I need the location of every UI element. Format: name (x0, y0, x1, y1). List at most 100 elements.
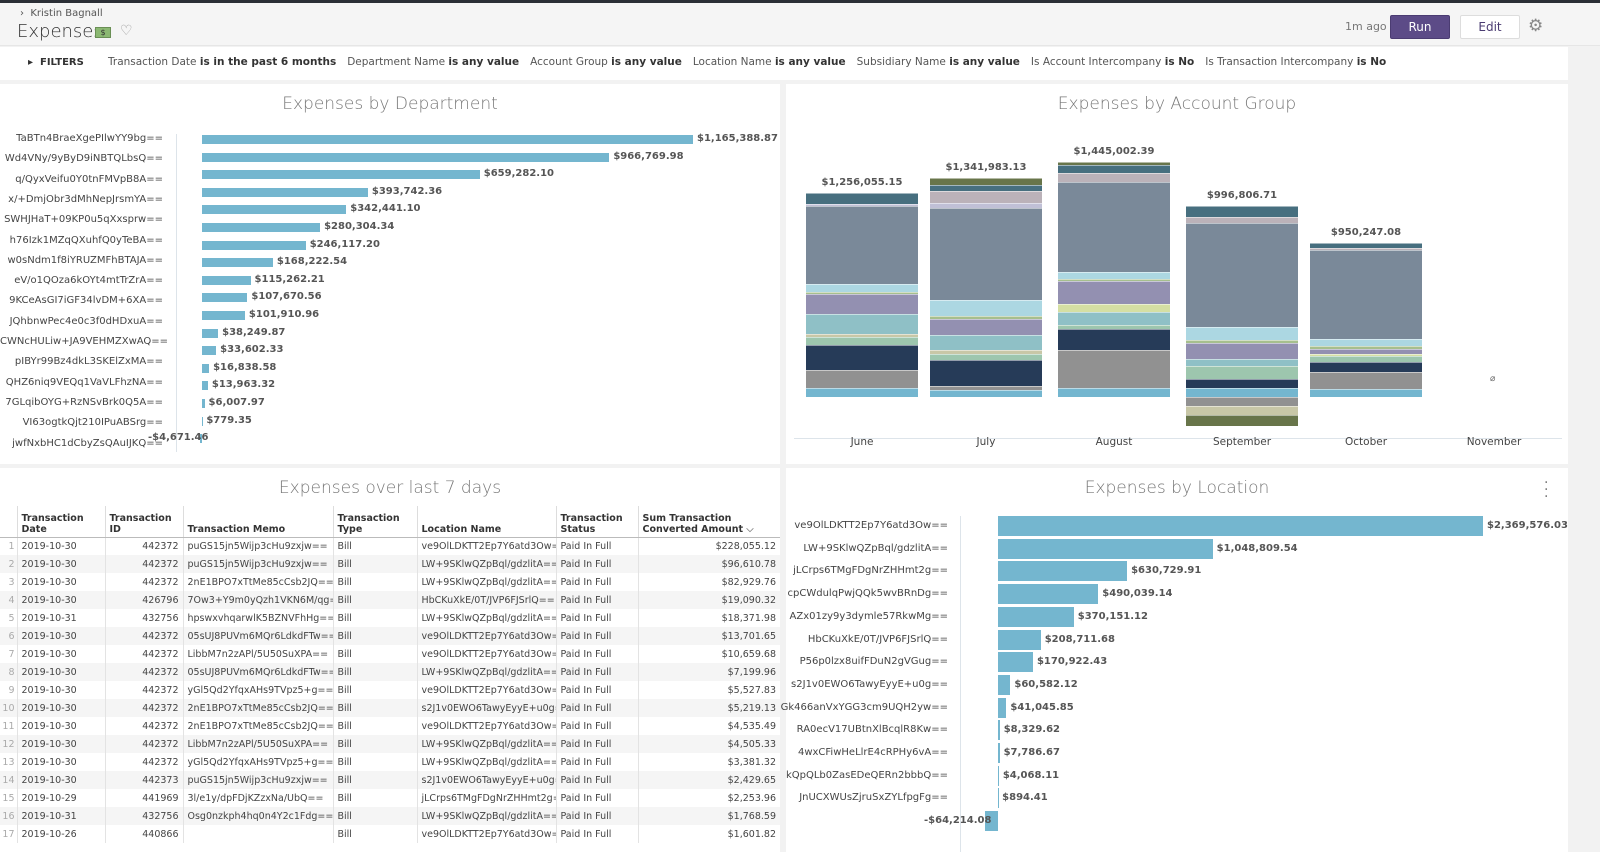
stack-segment[interactable] (930, 185, 1042, 192)
stack-segment[interactable] (930, 389, 1042, 397)
stack-segment[interactable] (806, 293, 918, 315)
department-bar[interactable] (202, 416, 203, 426)
stack-segment[interactable] (930, 349, 1042, 354)
location-bar[interactable] (998, 765, 999, 786)
stack-segment[interactable] (1310, 356, 1422, 363)
heart-icon[interactable]: ♡ (120, 23, 133, 39)
column-header[interactable]: Transaction Status (555, 506, 638, 538)
filter-item[interactable]: Transaction Date is in the past 6 months (108, 56, 336, 68)
stack-segment[interactable] (930, 203, 1042, 209)
stack-segment[interactable] (1058, 324, 1170, 330)
department-bar[interactable] (202, 293, 248, 303)
stack-segment[interactable] (806, 284, 918, 293)
location-bar[interactable] (998, 674, 1011, 695)
stack-segment[interactable] (1310, 348, 1422, 355)
table-row[interactable]: 12 2019-10-30 442372 LibbM7n2zAPl/5U50SuXPA… (0, 735, 780, 753)
department-bar[interactable] (202, 275, 251, 285)
stack-segment[interactable] (930, 208, 1042, 301)
stack-segment[interactable] (1186, 358, 1298, 367)
breadcrumb-folder[interactable]: Kristin Bagnall (30, 8, 102, 19)
stack-segment[interactable] (1186, 326, 1298, 340)
table-row[interactable]: 2 2019-10-30 442372 puGS15jn5Wijp3cHu9zxjw=… (0, 555, 780, 573)
stack-segment[interactable] (1310, 243, 1422, 248)
table-row[interactable]: 16 2019-10-31 432756 Osg0nzkph4hq0n4Y2c1Fdg… (0, 807, 780, 825)
table-row[interactable]: 8 2019-10-30 442372 05sUJ8PUVm6MQr6LdkdFTw=… (0, 663, 780, 681)
stack-segment[interactable] (1058, 280, 1170, 305)
location-bar[interactable] (998, 561, 1128, 582)
stack-segment[interactable] (1058, 161, 1170, 166)
stack-segment[interactable] (1058, 304, 1170, 312)
stack-segment[interactable] (1058, 181, 1170, 272)
department-bar[interactable] (202, 381, 208, 391)
department-bar[interactable] (202, 328, 219, 338)
stack-segment[interactable] (930, 318, 1042, 336)
table-row[interactable]: 13 2019-10-30 442372 yGl5Qd2YfqxAHs9TVpz5+g… (0, 753, 780, 771)
department-bar[interactable] (202, 346, 217, 356)
stack-segment[interactable] (1058, 311, 1170, 325)
stack-segment[interactable] (1058, 387, 1170, 397)
table-row[interactable]: 3 2019-10-30 442372 2nE1BPO7xTtMe85cCsb2JQ=… (0, 573, 780, 591)
stack-segment[interactable] (930, 315, 1042, 319)
stack-segment[interactable] (806, 206, 918, 285)
department-bar[interactable] (202, 311, 245, 320)
department-bar[interactable] (202, 399, 205, 408)
table-row[interactable]: 14 2019-10-30 442373 puGS15jn5Wijp3cHu9zxjw… (0, 771, 780, 789)
location-bar[interactable] (998, 720, 1000, 741)
stack-segment[interactable] (1186, 387, 1298, 397)
stack-segment[interactable] (1310, 362, 1422, 372)
stack-segment[interactable] (806, 334, 918, 338)
stack-segment[interactable] (1310, 250, 1422, 340)
department-bar[interactable] (202, 205, 347, 215)
department-bar[interactable] (202, 187, 368, 197)
stack-segment[interactable] (1186, 379, 1298, 388)
location-bar[interactable] (998, 697, 1007, 718)
department-bar[interactable] (202, 135, 693, 144)
filters-toggle[interactable]: ▸ FILTERS (28, 57, 84, 68)
stack-segment[interactable] (1310, 354, 1422, 357)
department-bar[interactable] (202, 258, 273, 268)
stack-segment[interactable] (1058, 329, 1170, 351)
column-header[interactable]: Sum Transaction Converted Amount ⌵ (637, 506, 780, 538)
location-bar[interactable] (998, 743, 1000, 763)
stack-segment[interactable] (1058, 165, 1170, 173)
department-bar[interactable] (202, 363, 210, 373)
location-bar[interactable] (998, 629, 1041, 650)
stack-segment[interactable] (1186, 415, 1298, 426)
stack-segment[interactable] (930, 191, 1042, 204)
filter-item[interactable]: Department Name is any value (347, 56, 519, 68)
filter-item[interactable]: Subsidiary Name is any value (857, 56, 1020, 68)
stack-segment[interactable] (1058, 271, 1170, 279)
stack-segment[interactable] (806, 314, 918, 335)
table-row[interactable]: 15 2019-10-29 441969 3l/e1y/dpFDjKZzxNa/UbQ… (0, 789, 780, 807)
column-header[interactable]: Transaction Date (16, 506, 105, 538)
chevron-down-icon[interactable]: ⌵ (743, 524, 753, 535)
stack-segment[interactable] (930, 300, 1042, 316)
filter-item[interactable]: Is Account Intercompany is No (1031, 56, 1194, 68)
stack-segment[interactable] (1186, 339, 1298, 343)
table-row[interactable]: 5 2019-10-31 432756 hpswxvhqarwlK5BZNVFhHg=… (0, 609, 780, 627)
run-button[interactable]: Run (1390, 15, 1450, 39)
table-row[interactable]: 9 2019-10-30 442372 yGl5Qd2YfqxAHs9TVpz5+g=… (0, 681, 780, 699)
table-row[interactable]: 17 2019-10-26 440866 Bill ve9OlLDKTT2Ep7Y6at… (0, 825, 780, 843)
location-bar[interactable] (998, 652, 1033, 673)
stack-segment[interactable] (1310, 247, 1422, 251)
department-bar[interactable] (202, 240, 306, 250)
stack-segment[interactable] (806, 369, 918, 388)
column-header[interactable]: Location Name (416, 506, 556, 538)
stack-segment[interactable] (806, 192, 918, 204)
column-header[interactable]: Transaction Memo (182, 506, 333, 538)
table-row[interactable]: 4 2019-10-30 426796 7Ow3+Y9m0yQzh1VKN6M/qg=… (0, 591, 780, 609)
stack-segment[interactable] (1310, 346, 1422, 349)
table-row[interactable]: 6 2019-10-30 442372 05sUJ8PUVm6MQr6LdkdFTw=… (0, 627, 780, 645)
breadcrumb[interactable]: › Kristin Bagnall (20, 8, 103, 19)
location-bar[interactable] (998, 538, 1213, 559)
stack-segment[interactable] (930, 385, 1042, 390)
gear-icon[interactable]: ⚙ (1528, 16, 1543, 36)
stack-segment[interactable] (1186, 216, 1298, 224)
column-header[interactable]: Transaction ID (104, 506, 183, 538)
stack-segment[interactable] (930, 178, 1042, 186)
stack-segment[interactable] (1186, 406, 1298, 416)
department-bar[interactable] (202, 152, 610, 162)
location-bar[interactable] (998, 516, 1483, 536)
stack-segment[interactable] (1058, 278, 1170, 281)
